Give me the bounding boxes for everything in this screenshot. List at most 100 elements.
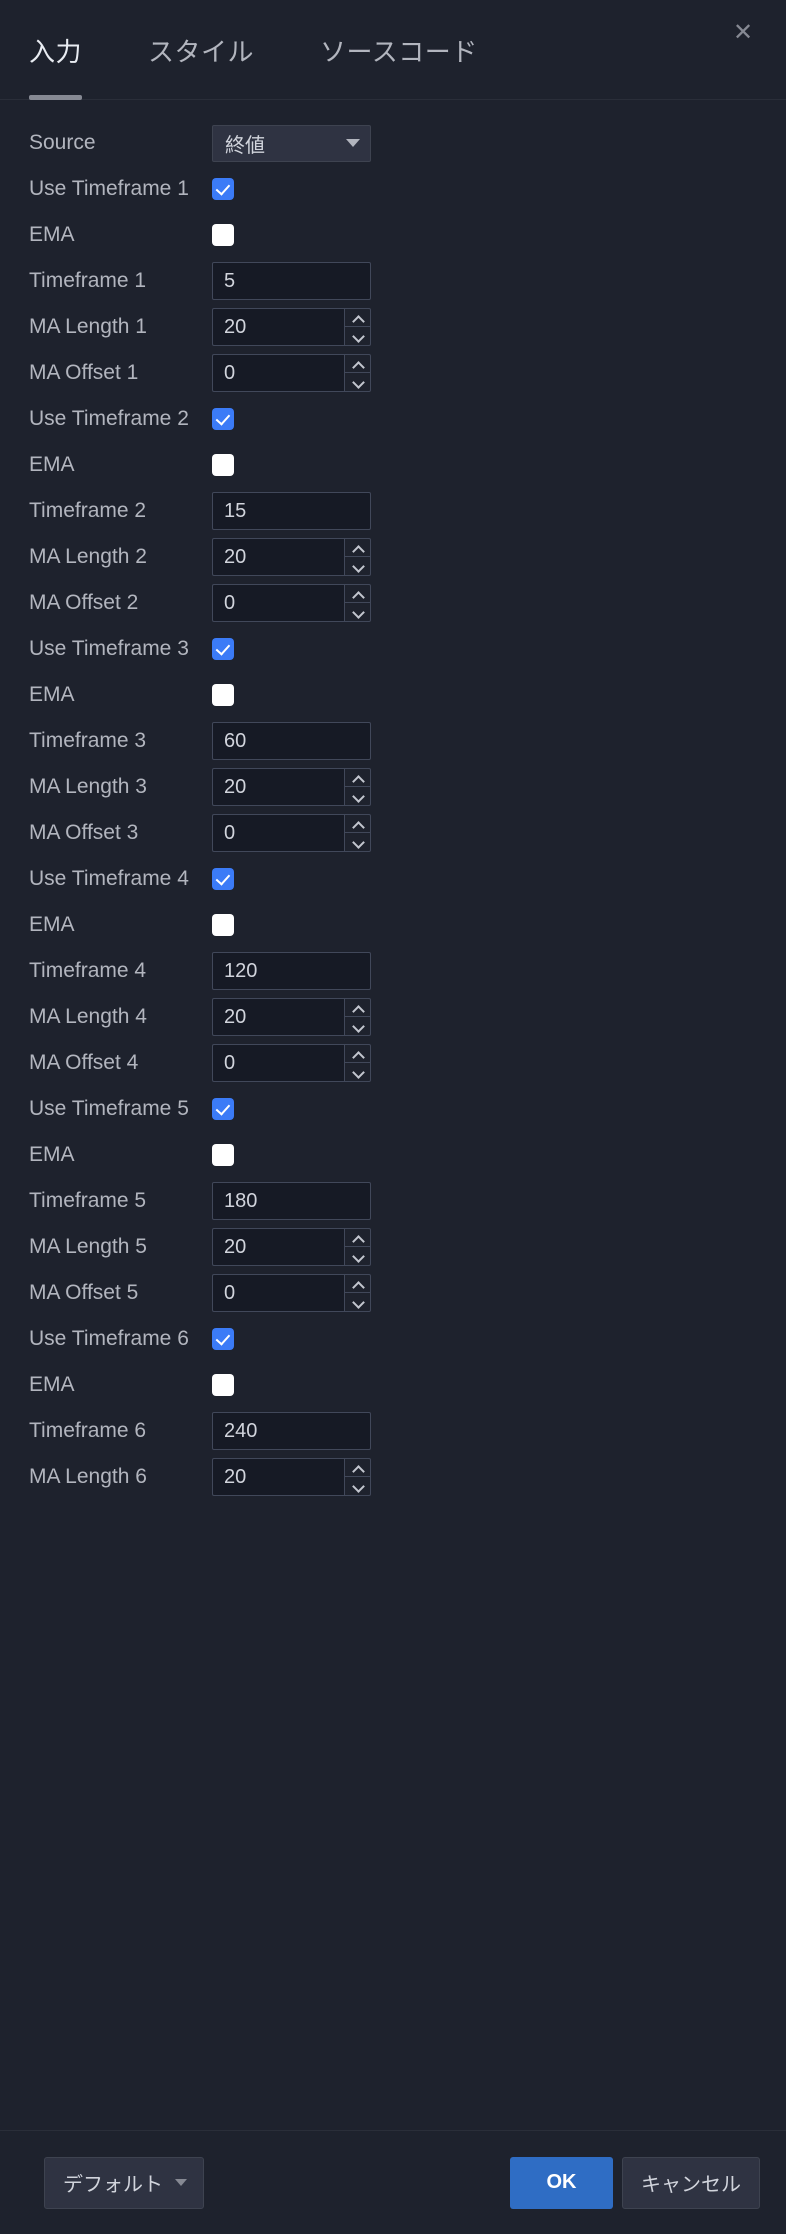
ok-label: OK xyxy=(546,2171,577,2193)
stepper xyxy=(344,1458,371,1496)
row-label: Source xyxy=(29,131,96,154)
checkbox-ema-27[interactable] xyxy=(212,1374,234,1396)
stepper-up-icon[interactable] xyxy=(345,1045,370,1063)
input-value[interactable]: 0 xyxy=(212,814,344,852)
input-ma-offset-4-20: 0 xyxy=(212,1044,371,1082)
row-ma-offset-3-15: MA Offset 3 0 xyxy=(0,810,786,856)
stepper-down-icon[interactable] xyxy=(345,1293,370,1311)
stepper-down-icon[interactable] xyxy=(345,1247,370,1265)
checkbox-use-timeframe-1-1[interactable] xyxy=(212,178,234,200)
row-control: 15 xyxy=(212,492,766,530)
checkbox-ema-12[interactable] xyxy=(212,684,234,706)
stepper-up-icon[interactable] xyxy=(345,815,370,833)
defaults-button[interactable]: デフォルト xyxy=(44,2156,204,2209)
input-value[interactable]: 0 xyxy=(212,1274,344,1312)
stepper-down-icon[interactable] xyxy=(345,833,370,851)
input-ma-length-3-14: 20 xyxy=(212,768,371,806)
stepper-up-icon[interactable] xyxy=(345,999,370,1017)
stepper-down-icon[interactable] xyxy=(345,1017,370,1035)
row-control xyxy=(212,408,766,430)
input-value[interactable]: 20 xyxy=(212,998,344,1036)
tab-bar: 入力 スタイル ソースコード xyxy=(0,0,544,100)
stepper-up-icon[interactable] xyxy=(345,539,370,557)
checkbox-use-timeframe-4-16[interactable] xyxy=(212,868,234,890)
checkbox-ema-2[interactable] xyxy=(212,224,234,246)
stepper-down-icon[interactable] xyxy=(345,787,370,805)
row-control xyxy=(212,224,766,246)
input-value[interactable]: 60 xyxy=(212,722,371,760)
row-timeframe-6-28: Timeframe 6 240 xyxy=(0,1408,786,1454)
tab-label: 入力 xyxy=(29,36,83,67)
input-value[interactable]: 0 xyxy=(212,584,344,622)
input-value[interactable]: 20 xyxy=(212,1228,344,1266)
stepper-up-icon[interactable] xyxy=(345,309,370,327)
checkbox-use-timeframe-5-21[interactable] xyxy=(212,1098,234,1120)
input-timeframe-2-8: 15 xyxy=(212,492,371,530)
row-control: 20 xyxy=(212,308,766,346)
row-control: 240 xyxy=(212,1412,766,1450)
stepper-down-icon[interactable] xyxy=(345,373,370,391)
row-control xyxy=(212,1144,766,1166)
row-timeframe-4-18: Timeframe 4 120 xyxy=(0,948,786,994)
row-label: Use Timeframe 2 xyxy=(29,407,189,430)
input-value[interactable]: 20 xyxy=(212,308,344,346)
row-timeframe-1-3: Timeframe 1 5 xyxy=(0,258,786,304)
checkbox-ema-7[interactable] xyxy=(212,454,234,476)
input-value[interactable]: 20 xyxy=(212,538,344,576)
input-value[interactable]: 240 xyxy=(212,1412,371,1450)
input-ma-offset-5-25: 0 xyxy=(212,1274,371,1312)
stepper-down-icon[interactable] xyxy=(345,1063,370,1081)
close-icon[interactable]: ✕ xyxy=(726,16,760,50)
input-value[interactable]: 20 xyxy=(212,1458,344,1496)
row-label: MA Length 4 xyxy=(29,1005,147,1028)
stepper-down-icon[interactable] xyxy=(345,327,370,345)
input-value[interactable]: 5 xyxy=(212,262,371,300)
stepper-up-icon[interactable] xyxy=(345,1275,370,1293)
tab-1[interactable]: スタイル xyxy=(148,0,254,100)
chevron-down-icon xyxy=(346,139,360,147)
row-timeframe-2-8: Timeframe 2 15 xyxy=(0,488,786,534)
stepper-up-icon[interactable] xyxy=(345,355,370,373)
row-label: MA Offset 4 xyxy=(29,1051,139,1074)
checkbox-use-timeframe-6-26[interactable] xyxy=(212,1328,234,1350)
row-control: 5 xyxy=(212,262,766,300)
tab-label: ソースコード xyxy=(320,36,478,67)
stepper-up-icon[interactable] xyxy=(345,769,370,787)
ok-button[interactable]: OK xyxy=(510,2156,613,2209)
stepper-down-icon[interactable] xyxy=(345,603,370,621)
tab-2[interactable]: ソースコード xyxy=(320,0,478,100)
source-select[interactable]: 終値 xyxy=(212,124,371,162)
stepper-up-icon[interactable] xyxy=(345,1459,370,1477)
tab-0[interactable]: 入力 xyxy=(29,0,83,100)
input-value[interactable]: 20 xyxy=(212,768,344,806)
input-value[interactable]: 120 xyxy=(212,952,371,990)
input-value[interactable]: 0 xyxy=(212,1044,344,1082)
cancel-button[interactable]: キャンセル xyxy=(622,2156,760,2209)
input-ma-offset-1-5: 0 xyxy=(212,354,371,392)
stepper xyxy=(344,308,371,346)
checkbox-ema-22[interactable] xyxy=(212,1144,234,1166)
stepper-up-icon[interactable] xyxy=(345,585,370,603)
stepper-down-icon[interactable] xyxy=(345,557,370,575)
row-control: 終値 xyxy=(212,124,766,162)
input-value[interactable]: 15 xyxy=(212,492,371,530)
row-ma-length-4-19: MA Length 4 20 xyxy=(0,994,786,1040)
stepper-down-icon[interactable] xyxy=(345,1477,370,1495)
input-timeframe-5-23: 180 xyxy=(212,1182,371,1220)
checkbox-use-timeframe-3-11[interactable] xyxy=(212,638,234,660)
input-value[interactable]: 180 xyxy=(212,1182,371,1220)
input-value[interactable]: 0 xyxy=(212,354,344,392)
row-source-0: Source 終値 xyxy=(0,120,786,166)
row-label: Use Timeframe 6 xyxy=(29,1327,189,1350)
checkbox-ema-17[interactable] xyxy=(212,914,234,936)
row-control: 0 xyxy=(212,354,766,392)
row-control: 0 xyxy=(212,1274,766,1312)
row-label: Use Timeframe 1 xyxy=(29,177,189,200)
stepper-up-icon[interactable] xyxy=(345,1229,370,1247)
row-ma-offset-5-25: MA Offset 5 0 xyxy=(0,1270,786,1316)
checkbox-use-timeframe-2-6[interactable] xyxy=(212,408,234,430)
row-label: EMA xyxy=(29,913,75,936)
stepper xyxy=(344,998,371,1036)
row-label: EMA xyxy=(29,223,75,246)
row-label: Timeframe 4 xyxy=(29,959,147,982)
